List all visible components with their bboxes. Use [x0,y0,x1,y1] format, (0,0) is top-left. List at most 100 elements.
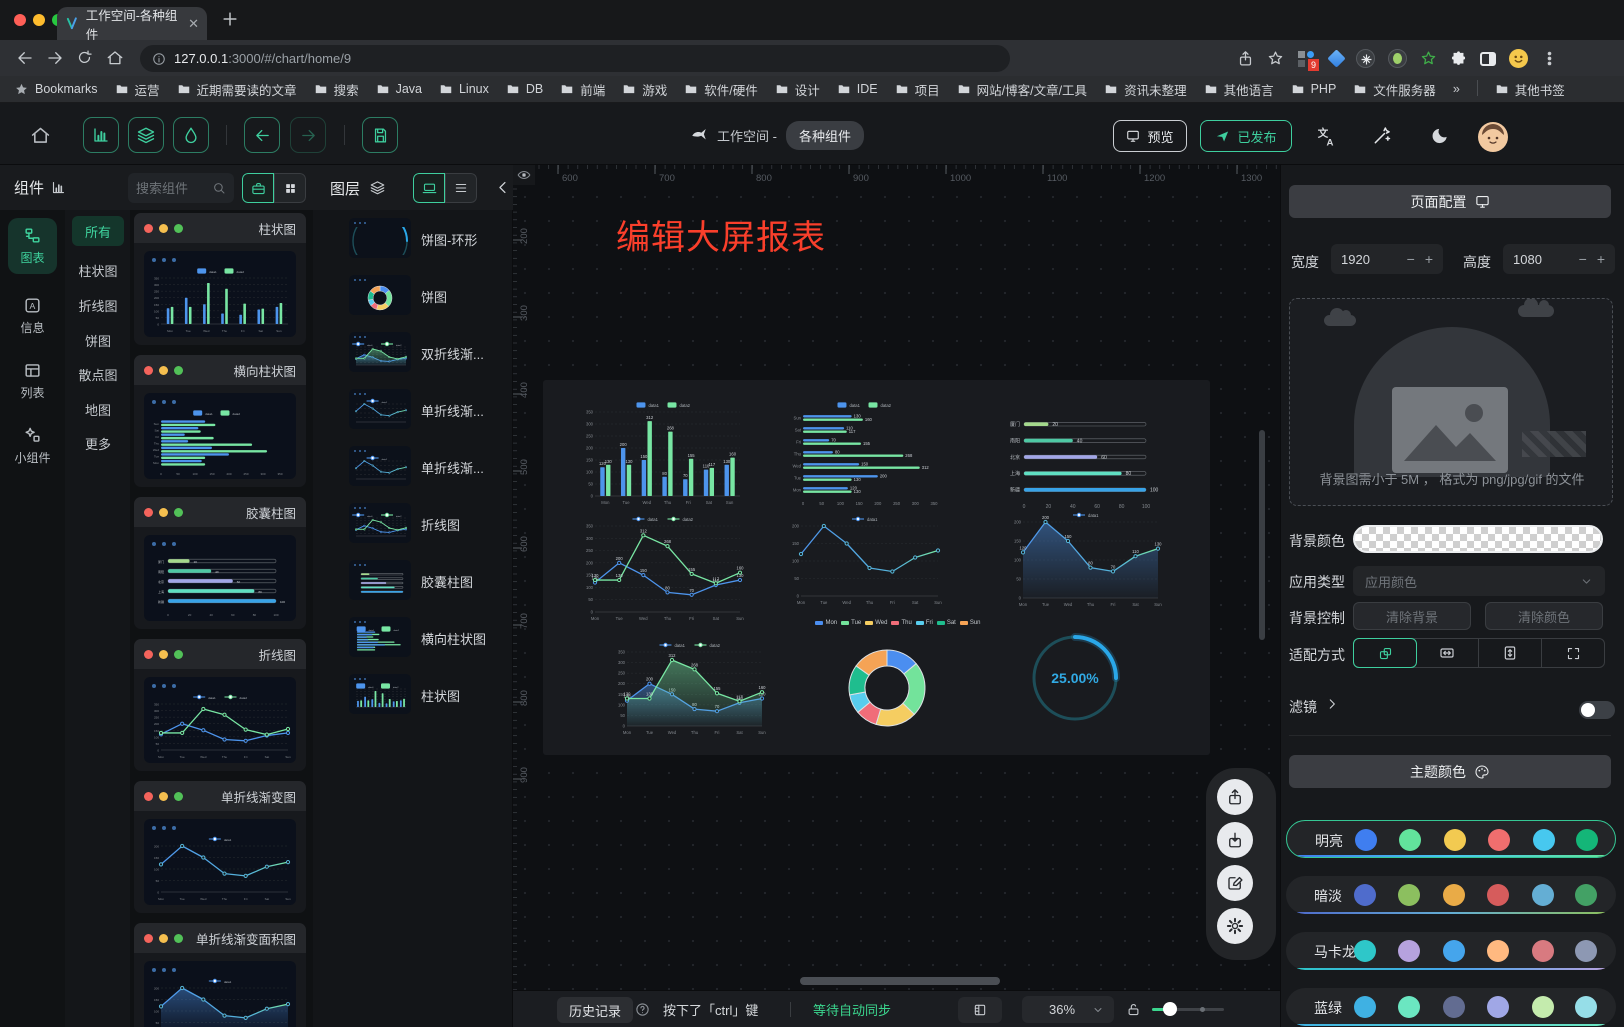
component-card-横向柱状图[interactable]: 横向柱状图data1data2050100150200250300350SunS… [134,355,306,487]
chart-mode-button[interactable] [83,117,119,153]
bookmark-folder[interactable]: 文件服务器 [1353,80,1436,99]
width-minus-icon[interactable]: − [1407,251,1415,267]
sidebar-item-列表[interactable]: 列表 [8,353,57,409]
canvas-chart-progress-ring[interactable]: 25.00% [1028,631,1122,725]
bookmark-folder[interactable]: DB [506,80,543,99]
canvas-chart-grouped-bar[interactable]: data1data2050100150200250300350120200150… [580,400,746,506]
export-button[interactable] [1217,779,1253,815]
canvas-chart-single-line-gradient[interactable]: data1050100150200MonTueWedThuFriSatSun [786,514,944,606]
pie-legend-item[interactable]: Mon [815,620,837,626]
app-home-icon[interactable] [30,125,51,146]
filter-toggle[interactable] [1579,701,1615,719]
bookmark-folder[interactable]: 网站/博客/文章/工具 [957,80,1087,99]
pie-legend-item[interactable]: Tue [841,620,861,626]
category-折线图[interactable]: 折线图 [72,290,124,320]
canvas-chart-double-line[interactable]: data1data2050100150200250300350120200150… [580,514,746,622]
canvas-vertical-scrollbar[interactable] [1259,430,1265,640]
zoom-slider-knob[interactable] [1163,1002,1177,1016]
editor-canvas[interactable]: 6007008009001000110012001300 20030040050… [513,165,1280,1027]
component-card-胶囊柱图[interactable]: 胶囊柱图厦门20南阳40北京60上海80新疆100020406080100 [134,497,306,629]
bookmarks-root[interactable]: Bookmarks [14,82,98,97]
bookmark-folder[interactable]: 前端 [560,80,605,99]
category-地图[interactable]: 地图 [72,394,124,424]
width-stepper[interactable]: 1920 −+ [1331,244,1443,274]
address-bar[interactable]: 127.0.0.1:3000/#/chart/home/9 [140,45,1010,72]
theme-row-明亮[interactable]: 明亮 [1286,820,1616,858]
dark-mode-moon-button[interactable] [1430,126,1450,146]
new-tab-button[interactable] [220,9,240,29]
extension-kite-icon[interactable] [1327,49,1345,67]
layer-item-胶囊柱图[interactable]: 胶囊柱图 [313,560,513,600]
user-avatar[interactable] [1478,122,1508,157]
redo-button[interactable] [290,117,326,153]
extension-proxy-icon[interactable]: 9 [1297,49,1317,69]
theme-color-header[interactable]: 主题颜色 [1289,755,1611,788]
pie-legend-item[interactable]: Sat [937,620,956,626]
bookmark-folder[interactable]: 项目 [895,80,940,99]
height-stepper[interactable]: 1080 −+ [1503,244,1615,274]
preview-button[interactable]: 预览 [1113,120,1187,152]
bookmark-folder[interactable]: 运营 [115,80,160,99]
bookmark-folder[interactable]: 软件/硬件 [684,80,757,99]
height-minus-icon[interactable]: − [1579,251,1587,267]
save-button[interactable] [362,117,398,153]
bg-color-swatch[interactable] [1353,525,1603,553]
single-view-toggle[interactable] [242,173,274,203]
canvas-chart-double-line-gradient-area[interactable]: data1data2050100150200250300350120200150… [612,640,768,736]
pie-legend-item[interactable]: Wed [865,620,887,626]
edit-button[interactable] [1217,865,1253,901]
traffic-close-button[interactable] [14,14,26,26]
category-散点图[interactable]: 散点图 [72,359,124,389]
layer-item-单折线渐...[interactable]: data1单折线渐... [313,446,513,486]
fit-full-button[interactable] [1542,639,1604,667]
search-input[interactable] [136,181,208,196]
info-icon[interactable] [152,52,166,66]
pie-legend-item[interactable]: Sun [960,620,981,626]
component-card-柱状图[interactable]: 柱状图data1data2050100150200250300350MonTue… [134,213,306,345]
clear-background-button[interactable]: 清除背景 [1353,602,1471,630]
theme-row-蓝绿[interactable]: 蓝绿 [1286,988,1616,1026]
canvas-horizontal-scrollbar[interactable] [800,977,1000,985]
forward-icon[interactable] [46,49,64,67]
settings-gear-button[interactable] [1217,908,1253,944]
other-bookmarks[interactable]: 其他书签 [1495,80,1565,99]
browser-menu-icon[interactable] [1541,50,1558,67]
layers-list-toggle[interactable] [445,173,477,203]
filter-drop-button[interactable] [173,117,209,153]
browser-tab[interactable]: 工作空间-各种组件 ✕ [57,7,207,40]
component-card-单折线渐变图[interactable]: 单折线渐变图data1050100150200MonTueWedThuFriSa… [134,781,306,913]
component-card-折线图[interactable]: 折线图data1data2050100150200250300350MonTue… [134,639,306,771]
history-panel-button[interactable] [958,997,1002,1023]
app-type-select[interactable]: 应用颜色 [1353,566,1605,596]
category-所有[interactable]: 所有 [72,216,124,246]
layer-item-折线图[interactable]: data1data2折线图 [313,503,513,543]
component-card-单折线渐变面积图[interactable]: 单折线渐变面积图data1050100150200MonTueWedThuFri… [134,923,306,1027]
category-饼图[interactable]: 饼图 [72,325,124,355]
category-柱状图[interactable]: 柱状图 [72,255,124,285]
bookmark-folder[interactable]: PHP [1291,80,1337,99]
clear-color-button[interactable]: 清除颜色 [1485,602,1603,630]
theme-row-马卡龙[interactable]: 马卡龙 [1286,932,1616,970]
tab-close-icon[interactable]: ✕ [188,16,199,32]
search-icon[interactable] [212,181,226,195]
sidebar-item-信息[interactable]: A信息 [8,288,57,344]
share-icon[interactable] [1237,50,1254,67]
bookmark-folder[interactable]: 近期需要读的文章 [177,80,297,99]
language-button[interactable]: 文A [1316,126,1337,147]
lock-icon[interactable] [1126,991,1141,1027]
layer-item-单折线渐...[interactable]: data1单折线渐... [313,389,513,429]
bookmark-folder[interactable]: 设计 [775,80,820,99]
width-plus-icon[interactable]: + [1425,251,1433,267]
page-config-header[interactable]: 页面配置 [1289,185,1611,218]
help-icon[interactable] [635,991,650,1027]
layers-mode-button[interactable] [128,117,164,153]
extension-leaf-icon[interactable] [1388,49,1407,68]
collapse-panel-chevron-icon[interactable] [495,179,512,196]
canvas-text-component[interactable]: 编辑大屏报表 [616,210,826,259]
bookmark-star-icon[interactable] [1267,50,1284,67]
layer-item-饼图[interactable]: 饼图 [313,275,513,315]
layer-item-横向柱状图[interactable]: data1data2横向柱状图 [313,617,513,657]
traffic-minimize-button[interactable] [33,14,45,26]
category-更多[interactable]: 更多 [72,428,124,458]
height-plus-icon[interactable]: + [1597,251,1605,267]
